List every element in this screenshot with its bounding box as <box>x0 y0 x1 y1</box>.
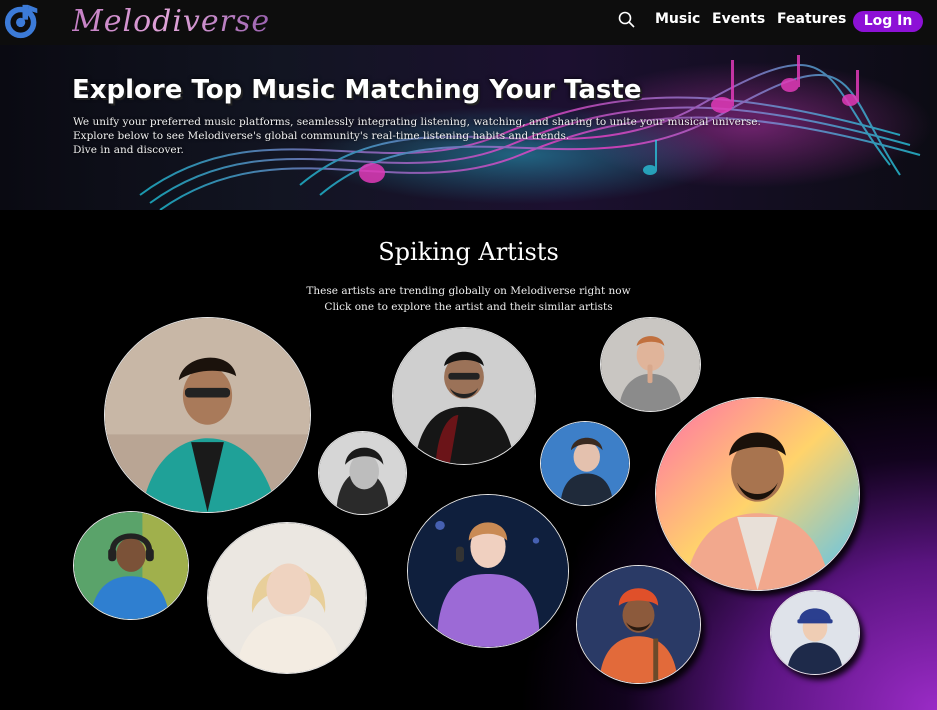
nav-link-music[interactable]: Music <box>655 11 700 27</box>
artist-photo <box>105 318 310 512</box>
section-title: Spiking Artists <box>378 238 559 266</box>
hero-title: Explore Top Music Matching Your Taste <box>72 75 642 105</box>
artist-bubble[interactable] <box>770 590 860 675</box>
hero-banner: Explore Top Music Matching Your Taste We… <box>0 45 937 210</box>
artist-photo <box>74 512 188 619</box>
artist-bubble[interactable] <box>655 397 860 591</box>
artist-photo <box>577 566 700 683</box>
navbar: Melodiverse Music Events Features Log In <box>0 0 937 45</box>
nav-link-events[interactable]: Events <box>712 11 765 27</box>
subtitle-line: Click one to explore the artist and thei… <box>324 301 613 313</box>
hero-line: Explore below to see Melodiverse's globa… <box>73 130 570 142</box>
artist-photo <box>541 422 629 505</box>
hero-line: We unify your preferred music platforms,… <box>73 116 761 128</box>
brand-name[interactable]: Melodiverse <box>72 4 270 39</box>
subtitle-line: These artists are trending globally on M… <box>306 285 631 297</box>
artist-bubble[interactable] <box>73 511 189 620</box>
section-subtitle: These artists are trending globally on M… <box>0 283 937 315</box>
hero-line: Dive in and discover. <box>73 144 184 156</box>
artist-bubble[interactable] <box>207 522 367 674</box>
artist-bubble[interactable] <box>318 431 407 515</box>
artist-bubble[interactable] <box>407 494 569 648</box>
hero-description: We unify your preferred music platforms,… <box>73 115 761 157</box>
artist-bubble[interactable] <box>104 317 311 513</box>
artist-photo <box>656 398 859 590</box>
artist-photo <box>319 432 406 514</box>
artist-bubble[interactable] <box>540 421 630 506</box>
artist-bubble[interactable] <box>576 565 701 684</box>
artist-photo <box>208 523 366 673</box>
artist-photo <box>393 328 535 464</box>
artist-photo <box>408 495 568 647</box>
artist-bubble[interactable] <box>600 317 701 412</box>
artist-photo <box>771 591 859 674</box>
nav-link-features[interactable]: Features <box>777 11 846 27</box>
music-note-logo-icon[interactable] <box>4 3 41 40</box>
artist-photo <box>601 318 700 411</box>
artist-bubble[interactable] <box>392 327 536 465</box>
login-button[interactable]: Log In <box>853 11 923 32</box>
search-icon[interactable] <box>618 11 636 29</box>
